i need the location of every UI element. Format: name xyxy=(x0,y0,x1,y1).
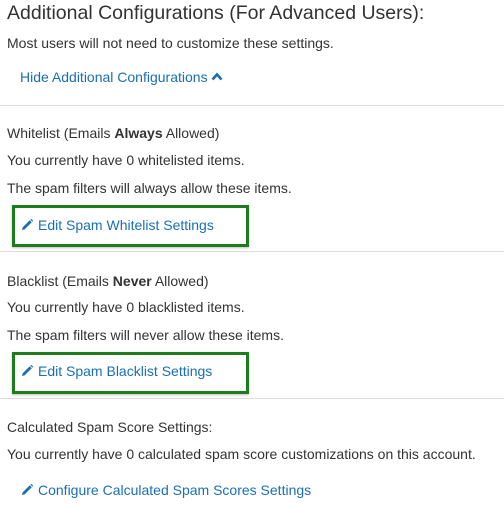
whitelist-info-text: The spam filters will always allow these… xyxy=(7,180,292,196)
section-title: Additional Configurations (For Advanced … xyxy=(7,2,425,24)
divider xyxy=(0,251,504,252)
blacklist-count-text: You currently have 0 blacklisted items. xyxy=(7,299,245,315)
hide-configurations-link[interactable]: Hide Additional Configurations xyxy=(20,69,223,85)
section-subtitle: Most users will not need to customize th… xyxy=(7,35,334,51)
score-title: Calculated Spam Score Settings: xyxy=(7,419,213,435)
configure-score-label: Configure Calculated Spam Scores Setting… xyxy=(38,482,312,498)
edit-whitelist-label: Edit Spam Whitelist Settings xyxy=(38,217,214,233)
blacklist-info-text: The spam filters will never allow these … xyxy=(7,327,284,343)
whitelist-count-text: You currently have 0 whitelisted items. xyxy=(7,152,245,168)
whitelist-title: Whitelist (Emails Always Allowed) xyxy=(7,125,220,141)
chevron-up-icon xyxy=(211,72,223,81)
edit-whitelist-link[interactable]: Edit Spam Whitelist Settings xyxy=(20,217,214,233)
pencil-icon xyxy=(22,364,34,376)
pencil-icon xyxy=(22,483,34,495)
configure-score-link[interactable]: Configure Calculated Spam Scores Setting… xyxy=(20,482,311,498)
hide-configurations-label: Hide Additional Configurations xyxy=(20,69,208,85)
edit-blacklist-label: Edit Spam Blacklist Settings xyxy=(38,363,213,379)
edit-blacklist-link[interactable]: Edit Spam Blacklist Settings xyxy=(20,363,212,379)
divider xyxy=(0,105,504,106)
pencil-icon xyxy=(22,218,34,230)
score-count-text: You currently have 0 calculated spam sco… xyxy=(7,446,476,462)
blacklist-title: Blacklist (Emails Never Allowed) xyxy=(7,273,209,289)
divider xyxy=(0,398,504,399)
